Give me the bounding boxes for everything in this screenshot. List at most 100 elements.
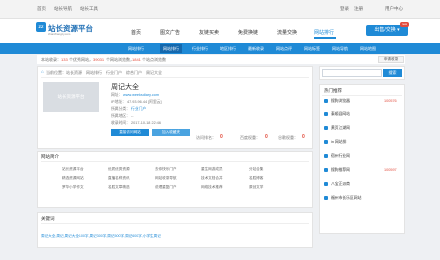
stats-views-suffix: 个网站浏览数， [106,57,134,62]
submit-site-button[interactable]: 申请收录 [378,56,404,63]
subnav-item-rankings-active[interactable]: 网站排行 [160,44,182,53]
top-link-register[interactable]: 注册 [354,6,363,12]
breadcrumb-item-industry[interactable]: 行业门户 [106,70,122,76]
category-label: 所属分类： [111,107,130,111]
metric-google-value: 0 [302,134,305,140]
top-link-login[interactable]: 登录 [340,6,349,12]
stats-prefix: 本站收录： [41,57,61,62]
top-link-site-nav[interactable]: 站长导航 [54,6,72,12]
intro-item: 网络技术推荐 [201,185,223,189]
hot-item-value: 100597 [384,168,397,172]
subnav-item-industry[interactable]: 行业排行 [192,46,208,52]
hot-item[interactable]: 宿州行业网 [331,154,350,159]
subnav-item-directory[interactable]: 网站导航 [332,46,348,52]
subnav-item-latest[interactable]: 最新收录 [248,46,264,52]
ip-value: 47.93.96.44 [阿里云] [127,100,162,104]
stats-fav-suffix: 个站点浏览数 [142,57,166,62]
hot-item[interactable]: 搜狗浏览器 [331,99,350,104]
metric-rank-label: 访问排名： [196,135,216,140]
nav-item-rankings[interactable]: 网站排行 [314,29,334,36]
intro-item: 站长资源平台 [62,167,84,171]
breadcrumb-item-current: 周记大全 [146,70,162,75]
date-value: 2017-10-18 22:46 [131,121,161,125]
nav-item-link-exchange[interactable]: 免费换链 [238,29,258,36]
intro-item: 原创文学 [249,185,264,189]
intro-item: 网站收录导航 [155,176,177,180]
hot-item[interactable]: 福州市长乐区网站 [331,196,361,201]
intro-item: 精选资源网站 [62,176,84,180]
keywords-title: 关键词 [41,216,55,221]
hot-item[interactable]: 八宝正派商 [331,182,350,187]
subnav-item-rankings[interactable]: 网站排行 [128,46,144,52]
ip-label: IP地址： [111,100,126,104]
hot-item[interactable]: 黄页江湖网 [331,126,350,131]
search-button[interactable]: 搜索 [383,69,402,77]
nav-item-ads[interactable]: 图文广告 [160,29,180,36]
site-icon [324,112,328,116]
metric-google-label: 谷歌权重： [278,135,298,140]
intro-item: 名胜博客 [249,176,264,180]
search-input[interactable] [322,69,382,77]
hot-item-value: 100576 [384,99,397,103]
logo-mark[interactable]: ZZ [36,22,46,32]
keywords-panel [37,212,313,248]
nav-item-link-trade[interactable]: 友链买卖 [199,29,219,36]
breadcrumb-item-home[interactable]: 站长资源 [66,70,82,76]
intro-item: 技术文档合并 [201,176,223,180]
site-url-link[interactable]: www.weeksdiary.com [123,93,159,97]
intro-item: 优质优秀资源 [108,167,130,171]
nav-item-home[interactable]: 首页 [131,29,141,36]
breadcrumb-item-portal[interactable]: 综合门户 [126,70,142,76]
stats-views-count: 39031 [93,57,105,62]
region-label: 所属地区： [111,114,130,118]
site-icon [324,168,328,172]
intro-item: 直播名称资讯 [108,176,130,180]
breadcrumb-label: 当前位置： [46,70,66,75]
nav-active-indicator [314,37,336,39]
breadcrumb-item-rankings[interactable]: 网站排行 [86,70,102,76]
intro-item: 名胜文章精选 [108,185,130,189]
site-icon [324,140,328,144]
stats-fav-count: 1841 [132,57,141,62]
divider [41,223,309,224]
home-icon: ⌂ [41,69,44,74]
url-label: 网址： [111,93,123,97]
divider [322,95,402,96]
top-link-home[interactable]: 首页 [37,6,46,12]
top-link-site-tools[interactable]: 站长工具 [80,6,98,12]
hot-item[interactable]: in 网站排 [331,140,346,145]
intro-item: 说理重复门户 [155,185,177,189]
metric-rank-value: 0 [220,134,223,140]
new-badge: new [400,22,409,27]
site-icon [324,182,328,186]
region-value: -- [131,114,134,118]
category-link[interactable]: 行业门户 [131,107,146,112]
top-link-user-center[interactable]: 用户中心 [385,6,403,12]
site-thumbnail: 站长资源平台 [43,82,99,112]
metric-baidu-value: 0 [265,134,268,140]
hot-panel [319,84,405,234]
logo-subtitle: zhanzhangzy.com [48,32,71,36]
hot-item[interactable]: 泰顺县网站 [331,112,350,117]
site-title: 周记大全 [111,84,139,91]
add-favorite-button[interactable]: 加入收藏夹 [152,129,190,136]
keywords-text[interactable]: 周记大全,周记,周记大全100字,周记300字,周记500字,周记600字,小学… [41,234,161,239]
intro-title: 网站简介 [41,154,59,159]
intro-item: 重生网游成员 [201,167,223,171]
visit-site-button[interactable]: 直接访问网站 [111,129,149,136]
site-icon [324,126,328,130]
intro-item: 分站合集 [249,167,264,171]
site-icon [324,154,328,158]
stats-sites-suffix: 个优秀网站， [69,57,93,62]
metric-baidu-label: 百度权重： [240,135,260,140]
nav-item-traffic[interactable]: 流量交换 [277,29,297,36]
divider [41,161,309,162]
subnav-item-sitemap[interactable]: 网站地图 [360,46,376,52]
hot-title: 热门推荐 [324,88,342,93]
subnav-item-tags[interactable]: 网站标签 [304,46,320,52]
intro-item: 去你快乐门户 [155,167,177,171]
subnav-item-region[interactable]: 地区排行 [220,46,236,52]
hot-item[interactable]: 搜狗推荐网 [331,168,350,173]
subnav-item-reviews[interactable]: 网站点评 [276,46,292,52]
intro-item: 罗华小学作文 [62,185,84,189]
